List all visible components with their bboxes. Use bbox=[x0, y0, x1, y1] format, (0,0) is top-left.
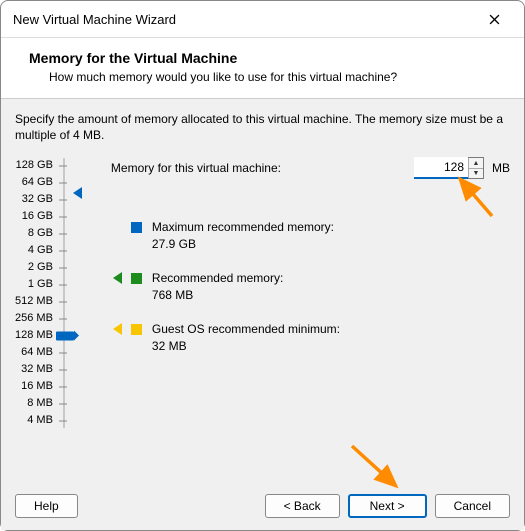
max-memory-marker: Maximum recommended memory: 27.9 GB bbox=[131, 219, 334, 251]
guest-min-marker-text: Guest OS recommended minimum: 32 MB bbox=[152, 321, 340, 353]
guest-min-marker-value: 32 MB bbox=[152, 338, 340, 354]
header-title: Memory for the Virtual Machine bbox=[29, 50, 504, 66]
slider-thumb[interactable] bbox=[56, 331, 74, 340]
memory-field-label: Memory for this virtual machine: bbox=[111, 161, 406, 175]
next-button[interactable]: Next > bbox=[348, 494, 427, 518]
slider-label: 2 GB bbox=[28, 259, 53, 276]
max-marker-value: 27.9 GB bbox=[152, 236, 334, 252]
slider-label: 32 GB bbox=[22, 191, 53, 208]
slider-label: 8 MB bbox=[27, 395, 53, 412]
header-panel: Memory for the Virtual Machine How much … bbox=[1, 38, 524, 99]
slider-label: 256 MB bbox=[15, 310, 53, 327]
slider-label: 64 MB bbox=[21, 344, 53, 361]
guest-min-marker-pointer-icon bbox=[113, 323, 122, 335]
guest-min-marker-swatch-icon bbox=[131, 324, 142, 335]
help-button[interactable]: Help bbox=[15, 494, 78, 518]
slider-label: 16 MB bbox=[21, 378, 53, 395]
footer: Help < Back Next > Cancel bbox=[1, 484, 524, 530]
spin-up-icon[interactable]: ▲ bbox=[469, 158, 483, 168]
window-title: New Virtual Machine Wizard bbox=[13, 12, 176, 27]
memory-slider-column: 128 GB64 GB32 GB16 GB8 GB4 GB2 GB1 GB512… bbox=[15, 157, 81, 474]
slider-label: 128 GB bbox=[16, 157, 53, 174]
close-button[interactable] bbox=[474, 7, 514, 31]
slider-label: 32 MB bbox=[21, 361, 53, 378]
guest-min-marker-label: Guest OS recommended minimum: bbox=[152, 322, 340, 336]
back-button[interactable]: < Back bbox=[265, 494, 340, 518]
slider-label: 128 MB bbox=[15, 327, 53, 344]
recommended-marker-pointer-icon bbox=[113, 272, 122, 284]
max-marker-pointer-icon bbox=[73, 187, 82, 199]
memory-slider-labels: 128 GB64 GB32 GB16 GB8 GB4 GB2 GB1 GB512… bbox=[15, 157, 53, 429]
memory-spinbox[interactable]: ▲ ▼ bbox=[414, 157, 484, 179]
recommended-marker-label: Recommended memory: bbox=[152, 271, 283, 285]
titlebar: New Virtual Machine Wizard bbox=[1, 1, 524, 38]
spin-buttons[interactable]: ▲ ▼ bbox=[468, 158, 483, 178]
slider-label: 8 GB bbox=[28, 225, 53, 242]
memory-area: 128 GB64 GB32 GB16 GB8 GB4 GB2 GB1 GB512… bbox=[15, 157, 510, 474]
max-marker-label: Maximum recommended memory: bbox=[152, 220, 334, 234]
spin-down-icon[interactable]: ▼ bbox=[469, 168, 483, 178]
body-panel: Specify the amount of memory allocated t… bbox=[1, 99, 524, 484]
slider-label: 16 GB bbox=[22, 208, 53, 225]
slider-label: 4 GB bbox=[28, 242, 53, 259]
max-marker-text: Maximum recommended memory: 27.9 GB bbox=[152, 219, 334, 251]
slider-label: 4 MB bbox=[27, 412, 53, 429]
memory-input[interactable] bbox=[414, 157, 468, 179]
slider-label: 512 MB bbox=[15, 293, 53, 310]
recommended-marker-swatch-icon bbox=[131, 273, 142, 284]
instruction-text: Specify the amount of memory allocated t… bbox=[15, 111, 510, 143]
recommended-memory-marker: Recommended memory: 768 MB bbox=[131, 270, 283, 302]
recommended-marker-value: 768 MB bbox=[152, 287, 283, 303]
wizard-window: New Virtual Machine Wizard Memory for th… bbox=[0, 0, 525, 531]
header-subtitle: How much memory would you like to use fo… bbox=[49, 70, 504, 84]
close-icon bbox=[489, 14, 500, 25]
recommended-marker-text: Recommended memory: 768 MB bbox=[152, 270, 283, 302]
memory-unit: MB bbox=[492, 161, 510, 175]
guest-min-memory-marker: Guest OS recommended minimum: 32 MB bbox=[131, 321, 340, 353]
info-column: Memory for this virtual machine: ▲ ▼ MB bbox=[91, 157, 510, 474]
max-marker-swatch-icon bbox=[131, 222, 142, 233]
slider-label: 1 GB bbox=[28, 276, 53, 293]
memory-field-row: Memory for this virtual machine: ▲ ▼ MB bbox=[111, 157, 510, 179]
cancel-button[interactable]: Cancel bbox=[435, 494, 510, 518]
slider-label: 64 GB bbox=[22, 174, 53, 191]
